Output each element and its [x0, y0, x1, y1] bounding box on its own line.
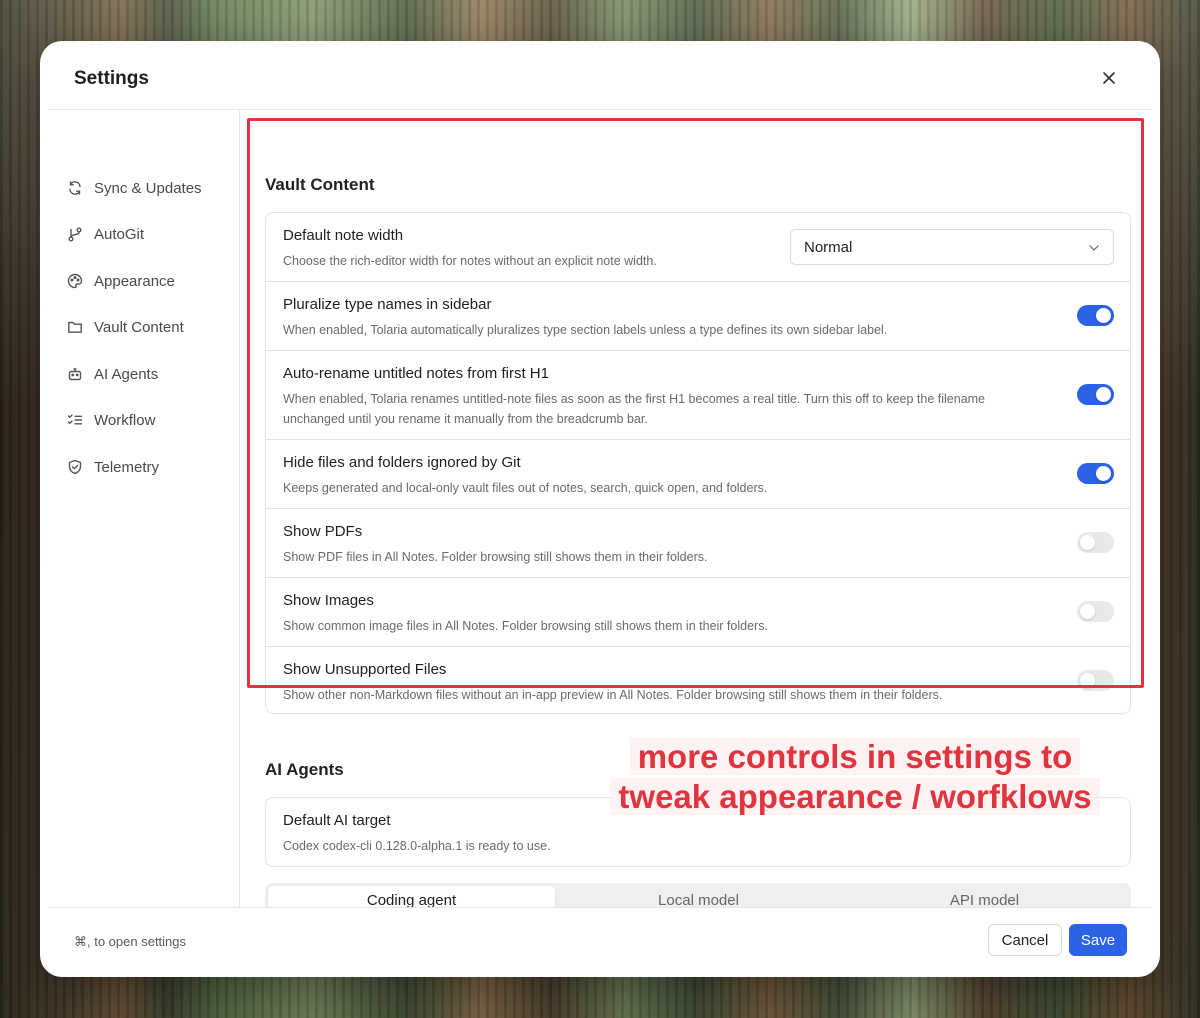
folder-icon [66, 318, 84, 336]
tab-local-model[interactable]: Local model [555, 886, 842, 907]
close-icon [1103, 72, 1115, 84]
setting-description: Show PDF files in All Notes. Folder brow… [283, 550, 708, 564]
tab-api-model[interactable]: API model [841, 886, 1128, 907]
setting-row-hide-git-ignored: Hide files and folders ignored by Git Ke… [266, 440, 1130, 509]
setting-title: Hide files and folders ignored by Git [283, 454, 521, 471]
cancel-button[interactable]: Cancel [988, 924, 1062, 956]
sidebar-item-workflow[interactable]: Workflow [66, 408, 155, 432]
setting-row-show-unsupported: Show Unsupported Files Show other non-Ma… [266, 647, 1130, 715]
ai-mode-tabs: Coding agent Local model API model [265, 883, 1131, 907]
sidebar-item-label: Sync & Updates [94, 179, 202, 197]
setting-title: Show PDFs [283, 523, 363, 540]
toggle-knob [1096, 308, 1111, 323]
toggle-knob [1080, 673, 1095, 688]
section-title-ai-agents: AI Agents [265, 760, 344, 779]
toggle-knob [1096, 387, 1111, 402]
show-unsupported-toggle[interactable] [1077, 670, 1114, 691]
sidebar-item-appearance[interactable]: Appearance [66, 269, 175, 293]
annotation-line-1: more controls in settings to [629, 738, 1081, 775]
checklist-icon [66, 411, 84, 429]
palette-icon [66, 272, 84, 290]
sidebar-item-label: AutoGit [94, 225, 145, 243]
setting-description: Codex codex-cli 0.128.0-alpha.1 is ready… [283, 839, 551, 853]
sync-icon [66, 179, 84, 197]
settings-dialog: Settings Sync & Updates AutoGit Appearan… [40, 41, 1160, 977]
setting-title: Show Images [283, 592, 374, 609]
toggle-knob [1080, 604, 1095, 619]
sidebar-item-ai-agents[interactable]: AI Agents [66, 362, 158, 386]
setting-title: Pluralize type names in sidebar [283, 296, 492, 313]
vault-content-card: Default note width Choose the rich-edito… [265, 212, 1131, 714]
setting-title: Auto-rename untitled notes from first H1 [283, 365, 549, 382]
setting-title: Default note width [283, 227, 404, 244]
sidebar-item-label: Appearance [94, 272, 175, 290]
toggle-knob [1080, 535, 1095, 550]
select-value: Normal [804, 239, 853, 256]
robot-icon [66, 365, 84, 383]
dialog-title: Settings [74, 68, 149, 89]
setting-row-show-images: Show Images Show common image files in A… [266, 578, 1130, 647]
git-branch-icon [66, 225, 84, 243]
dialog-footer: ⌘, to open settings Cancel Save [48, 907, 1152, 977]
shield-icon [66, 458, 84, 476]
dialog-header: Settings [48, 41, 1152, 110]
show-pdfs-toggle[interactable] [1077, 532, 1114, 553]
annotation-line-2: tweak appearance / worfklows [610, 778, 1100, 815]
hide-git-ignored-toggle[interactable] [1077, 463, 1114, 484]
setting-description: Show common image files in All Notes. Fo… [283, 619, 768, 633]
annotation-callout: more controls in settings to tweak appea… [605, 737, 1105, 817]
setting-row-show-pdfs: Show PDFs Show PDF files in All Notes. F… [266, 509, 1130, 578]
tab-coding-agent[interactable]: Coding agent [268, 886, 555, 907]
setting-description: When enabled, Tolaria automatically plur… [283, 323, 888, 337]
save-button[interactable]: Save [1069, 924, 1127, 956]
note-width-select[interactable]: Normal [790, 229, 1114, 265]
shortcut-hint: ⌘, to open settings [74, 934, 187, 949]
section-title-vault-content: Vault Content [265, 175, 375, 194]
pluralize-toggle[interactable] [1077, 305, 1114, 326]
sidebar-item-label: Telemetry [94, 458, 160, 476]
show-images-toggle[interactable] [1077, 601, 1114, 622]
setting-description: When enabled, Tolaria renames untitled-n… [283, 392, 986, 426]
setting-row-auto-rename: Auto-rename untitled notes from first H1… [266, 351, 1130, 440]
sidebar-item-label: Vault Content [94, 318, 184, 336]
sidebar-item-telemetry[interactable]: Telemetry [66, 455, 159, 479]
setting-title: Show Unsupported Files [283, 661, 447, 678]
close-button[interactable] [1098, 67, 1120, 89]
settings-sidebar: Sync & Updates AutoGit Appearance Vault … [48, 110, 240, 907]
sidebar-item-vault-content[interactable]: Vault Content [66, 315, 184, 339]
setting-row-pluralize: Pluralize type names in sidebar When ena… [266, 282, 1130, 351]
auto-rename-toggle[interactable] [1077, 384, 1114, 405]
setting-description: Show other non-Markdown files without an… [283, 688, 943, 702]
setting-row-note-width: Default note width Choose the rich-edito… [266, 213, 1130, 282]
sidebar-item-sync-updates[interactable]: Sync & Updates [66, 176, 202, 200]
sidebar-item-label: AI Agents [94, 365, 159, 383]
sidebar-item-label: Workflow [94, 411, 156, 429]
setting-title: Default AI target [283, 812, 391, 829]
chevron-down-icon [1087, 241, 1101, 260]
toggle-knob [1096, 466, 1111, 481]
setting-description: Keeps generated and local-only vault fil… [283, 481, 768, 495]
sidebar-item-autogit[interactable]: AutoGit [66, 222, 144, 246]
